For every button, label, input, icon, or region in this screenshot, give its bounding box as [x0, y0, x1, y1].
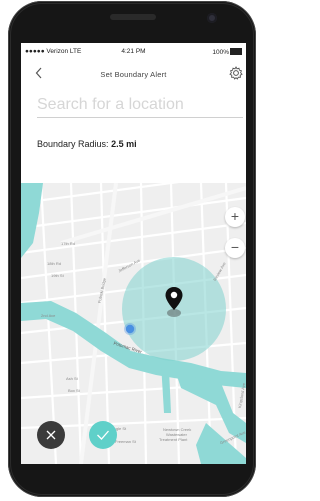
map-label: 2nd Ave: [41, 313, 56, 318]
location-pin-icon[interactable]: [164, 286, 184, 318]
map-label: Box St: [68, 388, 80, 393]
page-title: Set Boundary Alert: [100, 70, 167, 79]
zoom-out-button[interactable]: −: [225, 238, 245, 258]
status-bar: ●●●●● Verizon LTE 4:21 PM 100%: [21, 43, 246, 59]
settings-button[interactable]: [229, 66, 243, 80]
confirm-button[interactable]: [89, 421, 117, 449]
map-label: Freeman St: [115, 439, 136, 444]
boundary-radius: Boundary Radius: 2.5 mi: [37, 139, 137, 149]
nav-header: Set Boundary Alert: [21, 65, 246, 87]
speaker-grille: [110, 14, 156, 20]
boundary-radius-value: 2.5 mi: [111, 139, 137, 149]
app-screen: ●●●●● Verizon LTE 4:21 PM 100% Set Bound…: [21, 43, 246, 464]
gear-icon: [229, 66, 243, 80]
map-label: 17th Rd: [61, 241, 76, 246]
battery-icon: [230, 48, 242, 55]
battery-indicator: 100%: [212, 48, 242, 56]
check-icon: [97, 430, 109, 440]
blue-dot-icon: [124, 323, 136, 335]
close-icon: [46, 430, 56, 440]
boundary-radius-label: Boundary Radius:: [37, 139, 109, 149]
zoom-in-button[interactable]: +: [225, 207, 245, 227]
search-input[interactable]: Search for a location: [37, 95, 243, 118]
front-camera-icon: [207, 13, 217, 23]
battery-percent: 100%: [212, 49, 229, 56]
map-label: Treatment Plant: [159, 437, 188, 442]
map-label: Ash St: [66, 376, 78, 381]
map-label: 18th Rd: [47, 261, 62, 266]
map-label: 19th St: [51, 273, 64, 278]
cancel-button[interactable]: [37, 421, 65, 449]
